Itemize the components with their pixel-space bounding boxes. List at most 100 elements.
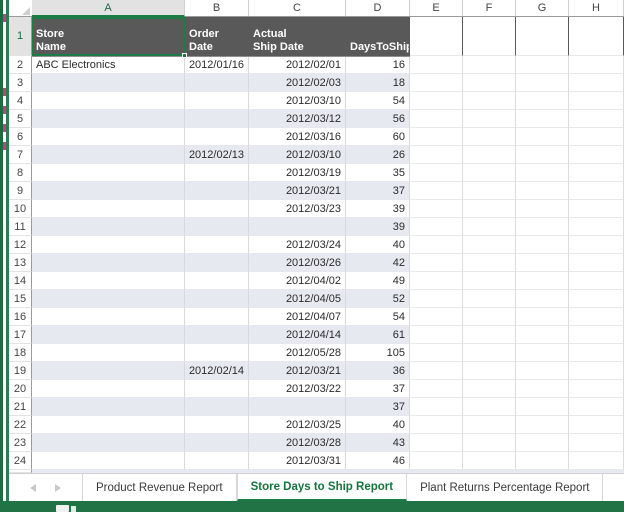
cell-B5[interactable]	[185, 110, 249, 128]
header-cell-c[interactable]: Actual Ship Date	[249, 17, 346, 56]
cell-B11[interactable]	[185, 218, 249, 236]
table-row[interactable]: 2012/03/19 35	[32, 164, 624, 182]
cell-B18[interactable]	[185, 344, 249, 362]
empty-cell-F2[interactable]	[463, 56, 516, 74]
triangle-right-icon[interactable]	[54, 483, 61, 492]
empty-cell-H2[interactable]	[569, 56, 624, 74]
cell-C24[interactable]: 2012/03/31	[249, 452, 346, 470]
cell-A10[interactable]	[32, 200, 185, 218]
empty-cell-G16[interactable]	[516, 308, 569, 326]
empty-cell-F17[interactable]	[463, 326, 516, 344]
cell-C22[interactable]: 2012/03/25	[249, 416, 346, 434]
cell-D9[interactable]: 37	[346, 182, 410, 200]
cell-B17[interactable]	[185, 326, 249, 344]
cell-B16[interactable]	[185, 308, 249, 326]
cell-A18[interactable]	[32, 344, 185, 362]
cell-D17[interactable]: 61	[346, 326, 410, 344]
cell-D10[interactable]: 39	[346, 200, 410, 218]
column-header-c[interactable]: C	[249, 0, 346, 16]
table-row[interactable]: 2012/04/14 61	[32, 326, 624, 344]
empty-cell-H6[interactable]	[569, 128, 624, 146]
cell-C20[interactable]: 2012/03/22	[249, 380, 346, 398]
cell-C16[interactable]: 2012/04/07	[249, 308, 346, 326]
cell-C13[interactable]: 2012/03/26	[249, 254, 346, 272]
row-header-11[interactable]: 11	[9, 218, 32, 236]
cell-C23[interactable]: 2012/03/28	[249, 434, 346, 452]
table-row[interactable]: 2012/02/14 2012/03/21 36	[32, 362, 624, 380]
sheet-tab-2[interactable]: Store Days to Ship Report	[236, 474, 408, 501]
empty-cell-E9[interactable]	[410, 182, 463, 200]
cell-C18[interactable]: 2012/05/28	[249, 344, 346, 362]
column-header-h[interactable]: H	[569, 0, 624, 16]
row-header-9[interactable]: 9	[9, 182, 32, 200]
empty-cell-E12[interactable]	[410, 236, 463, 254]
cell-A17[interactable]	[32, 326, 185, 344]
cell-B22[interactable]	[185, 416, 249, 434]
cell-C15[interactable]: 2012/04/05	[249, 290, 346, 308]
row-header-1[interactable]: 1	[9, 17, 32, 56]
empty-cell-G13[interactable]	[516, 254, 569, 272]
row-header-3[interactable]: 3	[9, 74, 32, 92]
cell-B21[interactable]	[185, 398, 249, 416]
empty-cell-H14[interactable]	[569, 272, 624, 290]
row-header-24[interactable]: 24	[9, 452, 32, 470]
row-header-4[interactable]: 4	[9, 92, 32, 110]
empty-cell-E2[interactable]	[410, 56, 463, 74]
cell-D13[interactable]: 42	[346, 254, 410, 272]
empty-cell-H[interactable]	[569, 17, 624, 56]
empty-cell-H4[interactable]	[569, 92, 624, 110]
cell-B9[interactable]	[185, 182, 249, 200]
cell-D19[interactable]: 36	[346, 362, 410, 380]
table-row[interactable]: 2012/04/05 52	[32, 290, 624, 308]
table-row[interactable]: 2012/03/25 40	[32, 416, 624, 434]
cell-B23[interactable]	[185, 434, 249, 452]
cell-A15[interactable]	[32, 290, 185, 308]
empty-cell-H12[interactable]	[569, 236, 624, 254]
cell-C11[interactable]	[249, 218, 346, 236]
header-cell-b[interactable]: Order Date	[185, 17, 249, 56]
table-row[interactable]: 37	[32, 398, 624, 416]
empty-cell-F3[interactable]	[463, 74, 516, 92]
empty-cell-E13[interactable]	[410, 254, 463, 272]
empty-cell-G14[interactable]	[516, 272, 569, 290]
column-header-d[interactable]: D	[346, 0, 410, 16]
cell-B4[interactable]	[185, 92, 249, 110]
table-row[interactable]: 2012/03/12 56	[32, 110, 624, 128]
row-header-21[interactable]: 21	[9, 398, 32, 416]
empty-cell-F9[interactable]	[463, 182, 516, 200]
cell-D23[interactable]: 43	[346, 434, 410, 452]
table-row[interactable]: 2012/03/24 40	[32, 236, 624, 254]
cell-A9[interactable]	[32, 182, 185, 200]
cell-A24[interactable]	[32, 452, 185, 470]
empty-cell-E23[interactable]	[410, 434, 463, 452]
empty-cell-E3[interactable]	[410, 74, 463, 92]
empty-cell-H7[interactable]	[569, 146, 624, 164]
cell-C19[interactable]: 2012/03/21	[249, 362, 346, 380]
cell-D4[interactable]: 54	[346, 92, 410, 110]
cell-A3[interactable]	[32, 74, 185, 92]
empty-cell-E24[interactable]	[410, 452, 463, 470]
empty-cell-H11[interactable]	[569, 218, 624, 236]
column-header-b[interactable]: B	[185, 0, 249, 16]
empty-cell-H9[interactable]	[569, 182, 624, 200]
empty-cell-H13[interactable]	[569, 254, 624, 272]
cell-C17[interactable]: 2012/04/14	[249, 326, 346, 344]
cell-C4[interactable]: 2012/03/10	[249, 92, 346, 110]
cell-A19[interactable]	[32, 362, 185, 380]
cell-D24[interactable]: 46	[346, 452, 410, 470]
cell-C3[interactable]: 2012/02/03	[249, 74, 346, 92]
empty-cell-G23[interactable]	[516, 434, 569, 452]
table-row[interactable]: 2012/05/28 105	[32, 344, 624, 362]
empty-cell-E11[interactable]	[410, 218, 463, 236]
table-row[interactable]: 2012/03/28 43	[32, 434, 624, 452]
cell-A4[interactable]	[32, 92, 185, 110]
column-header-g[interactable]: G	[516, 0, 569, 16]
cell-A2[interactable]: ABC Electronics	[32, 56, 185, 74]
cell-C5[interactable]: 2012/03/12	[249, 110, 346, 128]
cell-C9[interactable]: 2012/03/21	[249, 182, 346, 200]
cell-D8[interactable]: 35	[346, 164, 410, 182]
empty-cell-E10[interactable]	[410, 200, 463, 218]
empty-cell-F[interactable]	[463, 17, 516, 56]
row-header-17[interactable]: 17	[9, 326, 32, 344]
cell-D18[interactable]: 105	[346, 344, 410, 362]
